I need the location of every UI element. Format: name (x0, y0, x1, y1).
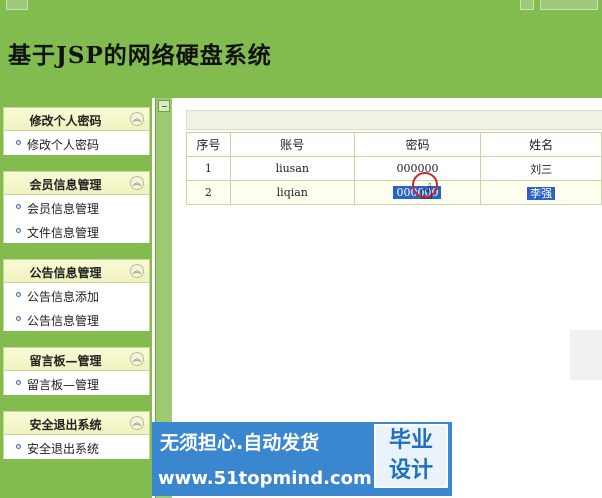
menu-body: 公告信息添加 公告信息管理 (3, 283, 150, 331)
bullet-icon (16, 292, 21, 297)
sidebar-item-label: 公告信息管理 (27, 314, 100, 328)
badge-line: 毕业 (388, 428, 433, 453)
menu-header[interactable]: 公告信息管理 ︽ (3, 259, 150, 283)
cell-account: liqian (229, 180, 355, 205)
menu-header-label: 修改个人密码 (29, 114, 102, 128)
menu-header-label: 留言板—管理 (29, 354, 102, 368)
menu-header[interactable]: 安全退出系统 ︽ (3, 411, 150, 435)
menu-body: 安全退出系统 (3, 435, 150, 459)
selected-text: 李强 (527, 186, 556, 200)
sidebar-item-add-announcement[interactable]: 公告信息添加 (4, 283, 149, 307)
collapse-icon[interactable]: ︽ (130, 264, 144, 278)
menu-group-logout: 安全退出系统 ︽ 安全退出系统 (3, 411, 150, 459)
menu-group-guestbook: 留言板—管理 ︽ 留言板—管理 (3, 347, 150, 395)
sidebar-item-label: 修改个人密码 (27, 138, 100, 152)
bullet-icon (16, 316, 21, 321)
bullet-icon (16, 204, 21, 209)
sidebar-item-label: 文件信息管理 (27, 226, 100, 240)
hand-cursor-icon: ☝ (420, 180, 434, 205)
collapse-icon[interactable]: ︽ (130, 176, 144, 190)
sidebar-item-member-info[interactable]: 会员信息管理 (4, 195, 149, 219)
menu-header-label: 安全退出系统 (29, 418, 102, 432)
table-header-row: 序号 账号 密码 姓名 (186, 132, 602, 157)
sidebar-item-file-info[interactable]: 文件信息管理 (4, 219, 149, 243)
cell-name: 刘三 (480, 156, 602, 181)
cell-account: liusan (229, 156, 355, 181)
scrollbar[interactable] (570, 330, 602, 380)
bullet-icon (16, 140, 21, 145)
top-tab[interactable] (540, 0, 598, 10)
sidebar-item-label: 会员信息管理 (27, 202, 100, 216)
app-title: 基于JSP的网络硬盘系统 (8, 42, 272, 69)
watermark-badge: 毕业 设计 (374, 424, 448, 488)
column-header: 序号 (186, 132, 231, 157)
sidebar-item-change-password[interactable]: 修改个人密码 (4, 131, 149, 155)
user-table: 序号 账号 密码 姓名 1 liusan 000000 刘三 2 liqian … (186, 132, 602, 205)
watermark-slogan: 无须担心.自动发货 (160, 432, 320, 454)
collapse-icon[interactable]: ︽ (130, 112, 144, 126)
column-header: 密码 (353, 132, 482, 157)
column-header: 账号 (229, 132, 355, 157)
badge-line: 设计 (388, 458, 433, 483)
sidebar-item-manage-announcement[interactable]: 公告信息管理 (4, 307, 149, 331)
bullet-icon (16, 380, 21, 385)
top-strip (0, 0, 602, 16)
collapse-sidebar-icon[interactable] (158, 100, 170, 112)
table-row: 1 liusan 000000 刘三 (186, 156, 602, 181)
menu-group-announcements: 公告信息管理 ︽ 公告信息添加 公告信息管理 (3, 259, 150, 331)
menu-group-password: 修改个人密码 ︽ 修改个人密码 (3, 107, 150, 155)
collapse-icon[interactable]: ︽ (130, 416, 144, 430)
cell-name: 李强 (480, 180, 602, 205)
column-header: 姓名 (480, 132, 602, 157)
menu-header[interactable]: 会员信息管理 ︽ (3, 171, 150, 195)
menu-body: 会员信息管理 文件信息管理 (3, 195, 150, 243)
cell-index: 2 (186, 180, 231, 205)
sidebar-item-logout[interactable]: 安全退出系统 (4, 435, 149, 459)
menu-header[interactable]: 留言板—管理 ︽ (3, 347, 150, 371)
header-banner: 基于JSP的网络硬盘系统 (0, 0, 602, 98)
menu-body: 留言板—管理 (3, 371, 150, 395)
bullet-icon (16, 444, 21, 449)
top-tab[interactable] (6, 0, 28, 10)
menu-header-label: 公告信息管理 (29, 266, 102, 280)
cell-index: 1 (186, 156, 231, 181)
bullet-icon (16, 228, 21, 233)
collapse-icon[interactable]: ︽ (130, 352, 144, 366)
sidebar-item-guestbook[interactable]: 留言板—管理 (4, 371, 149, 395)
panel-title-bar (186, 110, 602, 130)
sidebar-item-label: 安全退出系统 (27, 442, 100, 456)
sidebar-item-label: 公告信息添加 (27, 290, 100, 304)
menu-header-label: 会员信息管理 (29, 178, 102, 192)
watermark-url: www.51topmind.com (158, 468, 372, 489)
menu-header[interactable]: 修改个人密码 ︽ (3, 107, 150, 131)
menu-body: 修改个人密码 (3, 131, 150, 155)
table-row: 2 liqian 000000 李强 (186, 180, 602, 205)
menu-group-members: 会员信息管理 ︽ 会员信息管理 文件信息管理 (3, 171, 150, 243)
watermark-banner: 无须担心.自动发货 www.51topmind.com 毕业 设计 (152, 422, 452, 496)
top-tab[interactable] (520, 0, 534, 10)
sidebar-item-label: 留言板—管理 (27, 378, 100, 392)
sidebar: 修改个人密码 ︽ 修改个人密码 会员信息管理 ︽ 会员信息管理 文件信息管理 公… (0, 98, 152, 498)
